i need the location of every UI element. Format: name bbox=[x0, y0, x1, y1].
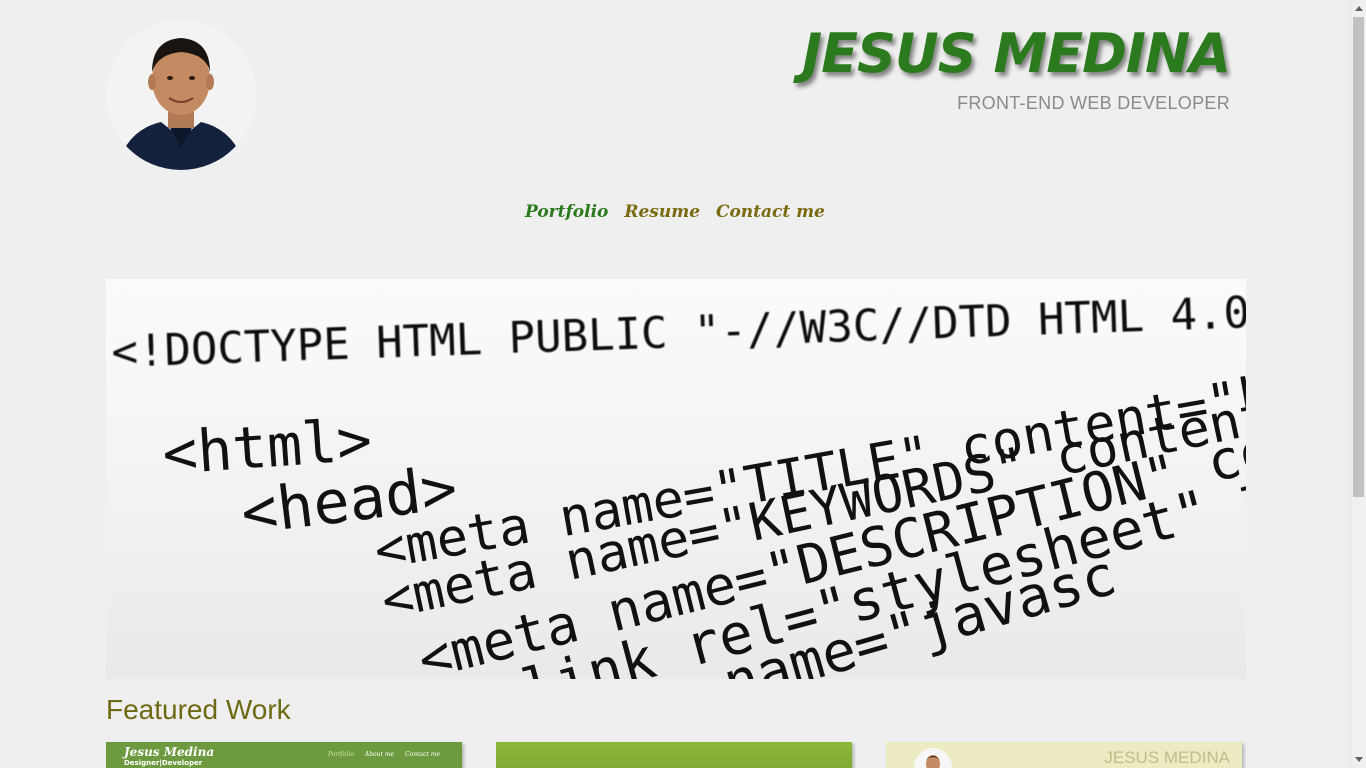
vertical-scrollbar[interactable] bbox=[1350, 0, 1366, 768]
thumb-avatar bbox=[914, 748, 952, 768]
profile-avatar bbox=[106, 20, 256, 170]
profile-photo-icon bbox=[106, 20, 256, 170]
site-title: JESUS MEDINA bbox=[802, 22, 1231, 85]
page: JESUS MEDINA FRONT-END WEB DEVELOPER Por… bbox=[0, 0, 1350, 768]
thumb-nav-about: About me bbox=[364, 751, 395, 758]
thumb-nav: Portfolio About me Contact me bbox=[319, 751, 440, 758]
nav-portfolio[interactable]: Portfolio bbox=[525, 202, 608, 222]
hero-code-image: <!DOCTYPE HTML PUBLIC "-//W3C//DTD HTML … bbox=[111, 287, 1246, 679]
thumb-title: JESUS MEDINA bbox=[1104, 748, 1230, 767]
featured-thumb-1[interactable]: Jesus Medina Designer|Developer Portfoli… bbox=[106, 742, 462, 768]
site-subtitle: FRONT-END WEB DEVELOPER bbox=[957, 93, 1230, 113]
nav-resume[interactable]: Resume bbox=[624, 202, 700, 222]
thumb-title: Jesus Medina bbox=[124, 745, 215, 759]
scrollbar-thumb[interactable] bbox=[1353, 17, 1364, 497]
featured-heading: Featured Work bbox=[106, 694, 291, 725]
thumb-avatar-icon bbox=[926, 755, 940, 768]
code-line-doctype: <!DOCTYPE HTML PUBLIC "-//W3C//DTD HTML … bbox=[111, 287, 1246, 378]
nav-contact[interactable]: Contact me bbox=[716, 202, 825, 222]
thumb-subtitle: Designer|Developer bbox=[124, 759, 203, 767]
scroll-up-arrow-icon[interactable] bbox=[1351, 0, 1366, 16]
hero-image: <!DOCTYPE HTML PUBLIC "-//W3C//DTD HTML … bbox=[106, 279, 1246, 679]
featured-thumb-3[interactable]: JESUS MEDINA bbox=[886, 742, 1242, 768]
featured-thumb-2[interactable] bbox=[496, 742, 852, 768]
thumb-nav-contact: Contact me bbox=[405, 751, 440, 758]
scroll-down-arrow-icon[interactable] bbox=[1351, 752, 1366, 768]
thumb-nav-portfolio: Portfolio bbox=[327, 751, 354, 758]
main-nav: Portfolio Resume Contact me bbox=[0, 202, 1350, 222]
